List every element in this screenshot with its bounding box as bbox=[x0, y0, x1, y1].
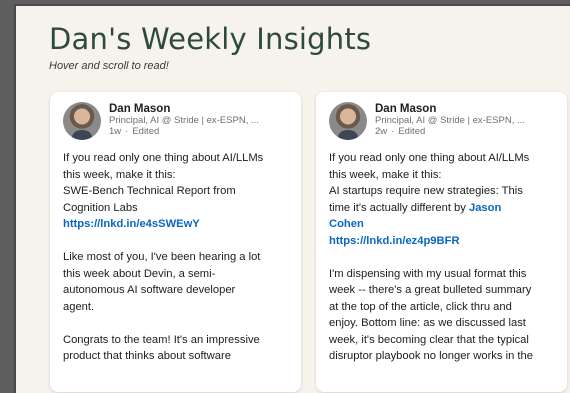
post-text-line: If you read only one thing about AI/LLMs bbox=[329, 152, 530, 164]
post-header: Dan Mason Principal, AI @ Stride | ex-ES… bbox=[329, 102, 555, 150]
post-body: If you read only one thing about AI/LLMs… bbox=[329, 150, 555, 365]
post-text-line: If you read only one thing about AI/LLMs bbox=[63, 152, 264, 164]
post-text-line: week -- there's a great bulleted summary bbox=[329, 284, 532, 296]
post-text-line: enjoy. Bottom line: as we discussed last bbox=[329, 317, 526, 329]
page-title: Dan's Weekly Insights bbox=[49, 22, 372, 56]
dot-separator: · bbox=[125, 126, 129, 138]
post-meta: 1w · Edited bbox=[109, 126, 259, 138]
post-text-line: time it's actually different by bbox=[329, 201, 466, 214]
edited-label: Edited bbox=[132, 126, 160, 138]
post-age: 1w bbox=[109, 126, 122, 138]
avatar[interactable] bbox=[63, 102, 101, 140]
post-card[interactable]: Dan Mason Principal, AI @ Stride | ex-ES… bbox=[50, 92, 301, 392]
post-text-line: this week, make it this: bbox=[63, 168, 176, 181]
post-link[interactable]: https://lnkd.in/e4sSWEwY bbox=[63, 218, 200, 230]
post-meta: 2w · Edited bbox=[375, 126, 525, 138]
mention-link[interactable]: Jason bbox=[469, 202, 501, 214]
post-age: 2w bbox=[375, 126, 388, 138]
post-text-line: product that thinks about software bbox=[63, 350, 231, 362]
post-text-line: agent. bbox=[63, 300, 95, 313]
dot-separator: · bbox=[391, 126, 395, 138]
page-subtitle: Hover and scroll to read! bbox=[49, 60, 169, 72]
post-text-line: disruptor playbook no longer works in th… bbox=[329, 350, 533, 362]
post-link[interactable]: https://lnkd.in/ez4p9BFR bbox=[329, 235, 460, 247]
post-header: Dan Mason Principal, AI @ Stride | ex-ES… bbox=[63, 102, 289, 150]
post-text-line: Like most of you, I've been hearing a lo… bbox=[63, 251, 261, 263]
post-text-line: this week, make it this: bbox=[329, 168, 442, 181]
author-block: Dan Mason Principal, AI @ Stride | ex-ES… bbox=[109, 103, 259, 138]
edited-label: Edited bbox=[398, 126, 426, 138]
post-text-line: SWE-Bench Technical Report from bbox=[63, 185, 236, 197]
post-body: If you read only one thing about AI/LLMs… bbox=[63, 150, 289, 365]
post-text-line: Congrats to the team! It's an impressive bbox=[63, 333, 260, 346]
post-text-line: week, it's becoming clear that the typic… bbox=[329, 333, 529, 346]
post-text-line: autonomous AI software developer bbox=[63, 284, 236, 296]
post-text-line: this week about Devin, a semi- bbox=[63, 267, 216, 280]
post-text-line: AI startups require new strategies: This bbox=[329, 185, 523, 197]
post-card[interactable]: Dan Mason Principal, AI @ Stride | ex-ES… bbox=[316, 92, 567, 392]
post-text-line: at the top of the article, click thru an… bbox=[329, 300, 512, 313]
page-frame: Dan's Weekly Insights Hover and scroll t… bbox=[14, 4, 570, 393]
mention-link[interactable]: Cohen bbox=[329, 218, 364, 230]
post-text-line: Cognition Labs bbox=[63, 201, 138, 214]
post-text-line: I'm dispensing with my usual format this bbox=[329, 267, 527, 280]
author-block: Dan Mason Principal, AI @ Stride | ex-ES… bbox=[375, 103, 525, 138]
avatar[interactable] bbox=[329, 102, 367, 140]
